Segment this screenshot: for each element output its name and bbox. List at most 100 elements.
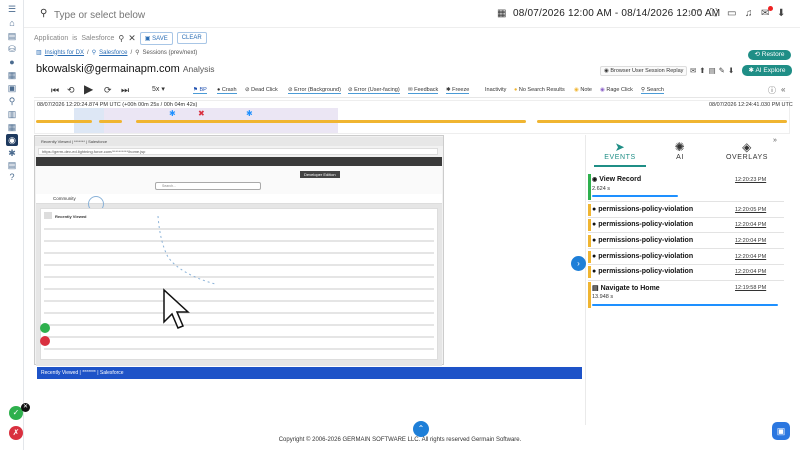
search-nav-icon[interactable]: ⚲	[6, 96, 18, 106]
timeline-start: 08/07/2026 12:20:24.874 PM UTC (+00h 00m…	[37, 102, 198, 108]
table-icon[interactable]: ▥	[6, 109, 18, 119]
event-title-text: permissions-policy-violation	[598, 206, 694, 213]
filter-op[interactable]: is	[72, 35, 77, 42]
timeline-marker-error[interactable]: ✖	[198, 109, 205, 118]
collapse-panel-icon[interactable]: »	[773, 137, 777, 144]
pin-icon[interactable]: ⚲	[118, 34, 124, 43]
crumb-insights[interactable]: Insights for DX	[45, 50, 84, 56]
save-label: SAVE	[152, 35, 168, 42]
save-button[interactable]: ▣ SAVE	[139, 31, 173, 45]
menu-icon[interactable]: ☰	[6, 4, 18, 14]
ai-explore-button[interactable]: ✱ AI Explore	[742, 65, 792, 76]
divider	[588, 232, 784, 233]
event-time[interactable]: 12:20:04 PM	[735, 269, 766, 275]
replay-icon[interactable]: ⟲	[67, 85, 75, 96]
event-title: ● permissions-policy-violation	[592, 206, 693, 213]
replay-dev-banner	[36, 157, 442, 166]
event-time[interactable]: 12:20:04 PM	[735, 222, 766, 228]
event-title-text: View Record	[599, 176, 642, 183]
event-time[interactable]: 12:20:04 PM	[735, 254, 766, 260]
filter-note-label: Note	[580, 87, 592, 93]
filter-no-search[interactable]: ● No Search Results	[514, 87, 565, 93]
download-icon[interactable]: ⬇	[777, 8, 785, 19]
filter-rage-click[interactable]: ◉ Rage Click	[600, 87, 633, 93]
close-feedback-icon[interactable]: ✕	[21, 403, 30, 412]
play-icon[interactable]: ▶	[84, 82, 93, 96]
event-duration: 2.624 s	[592, 186, 611, 192]
replay-table	[44, 228, 434, 356]
thumbs-down-icon[interactable]: ✗	[9, 426, 23, 440]
timeline-end: 08/07/2026 12:24:41.030 PM UTC	[709, 102, 793, 108]
chat-button[interactable]: ▣	[772, 422, 790, 440]
grid-icon[interactable]: ▦	[6, 122, 18, 132]
breadcrumb: ▥ Insights for DX / ⚲ Salesforce / ⚲ Sessio…	[36, 49, 198, 57]
event-time[interactable]: 12:20:04 PM	[735, 238, 766, 244]
notification-dot	[768, 6, 773, 11]
help-icon[interactable]: ?	[6, 172, 18, 182]
chat-icon[interactable]: ●	[6, 57, 18, 67]
event-title: ● permissions-policy-violation	[592, 237, 693, 244]
divider	[588, 280, 784, 281]
calendar-icon[interactable]: ▦	[497, 8, 506, 19]
event-duration: 13.948 s	[592, 294, 614, 300]
alert-icon: ●	[592, 237, 597, 244]
event-time[interactable]: 12:20:05 PM	[735, 207, 766, 213]
event-title: ◉ View Record	[592, 176, 641, 183]
info-icon[interactable]: ⓘ	[768, 85, 776, 96]
replay-thumbs-down-icon	[40, 336, 50, 346]
filter-error-background[interactable]: ⊘ Error (Background)	[288, 87, 341, 94]
eye-icon: ◉	[592, 177, 598, 183]
close-icon[interactable]: ✕	[128, 33, 136, 44]
crumb-salesforce[interactable]: Salesforce	[99, 50, 127, 56]
skip-back-icon[interactable]: ⏮	[51, 85, 59, 96]
speed-value: 5x	[152, 86, 160, 93]
tab-ai[interactable]: ✺ AI	[665, 140, 695, 161]
filter-search[interactable]: ⚲ Search	[641, 87, 664, 94]
report-icon[interactable]: ▤	[6, 160, 18, 170]
filter-field[interactable]: Application	[34, 35, 68, 42]
doc-icon[interactable]: ▣	[6, 83, 18, 93]
filter-error-user[interactable]: ⊘ Error (User-facing)	[348, 87, 400, 94]
fullscreen-icon[interactable]: ⛶	[710, 8, 717, 19]
session-icon[interactable]: ◉	[6, 134, 18, 146]
user-email: bkowalski@germainapm.com	[36, 63, 180, 75]
action-icons[interactable]: ✉⬆▤✎⬇	[690, 66, 737, 75]
filter-bp[interactable]: ⚑ BP	[193, 87, 207, 94]
filter-inactivity[interactable]: Inactivity	[485, 87, 506, 93]
restore-button[interactable]: ⟲ Restore	[748, 50, 791, 60]
docs-icon[interactable]: ▦	[6, 70, 18, 80]
timeline-marker-search[interactable]: ✱	[246, 109, 253, 118]
rewind-icon[interactable]: ⟳	[104, 85, 112, 96]
event-time[interactable]: 12:20:23 PM	[735, 177, 766, 183]
scroll-up-button[interactable]: ⌃	[413, 421, 429, 437]
tab-overlays[interactable]: ◈ OVERLAYS	[722, 140, 772, 161]
filter-note[interactable]: ◉ Note	[574, 87, 592, 93]
chart-icon[interactable]: ▤	[6, 31, 18, 41]
home-icon[interactable]: ⌂	[6, 18, 18, 28]
replay-cursor-trail	[157, 215, 216, 285]
divider	[588, 201, 784, 202]
database-icon[interactable]: ⛁	[6, 44, 18, 54]
search-input[interactable]	[54, 7, 254, 23]
event-time[interactable]: 12:19:58 PM	[735, 285, 766, 291]
tab-events[interactable]: ➤ EVENTS	[596, 140, 644, 161]
divider	[588, 217, 784, 218]
timeline-marker-search[interactable]: ✱	[169, 109, 176, 118]
filter-value[interactable]: Salesforce	[81, 35, 114, 42]
filter-feedback[interactable]: ✉ Feedback	[408, 87, 439, 94]
bell-icon[interactable]: ♫	[745, 8, 753, 19]
collapse-icon[interactable]: «	[781, 85, 785, 94]
clear-button[interactable]: CLEAR	[176, 32, 207, 44]
filter-dead-click[interactable]: ⊘ Dead Click	[245, 87, 278, 93]
filter-crash[interactable]: ● Crash	[217, 87, 237, 94]
monitor-icon[interactable]: ▭	[727, 8, 736, 19]
replay-sf-header	[36, 166, 442, 196]
skip-forward-icon[interactable]: ⏭	[121, 85, 129, 96]
speed-select[interactable]: 5x ▾	[152, 85, 165, 93]
filter-no-search-label: No Search Results	[518, 87, 565, 93]
filter-freeze[interactable]: ✱ Freeze	[446, 87, 470, 94]
crumb-sessions[interactable]: Sessions (prev/next)	[143, 50, 198, 56]
next-arrow-button[interactable]: ›	[571, 256, 586, 271]
gear-icon[interactable]: ✱	[6, 148, 18, 158]
ai-explore-label: AI Explore	[755, 67, 786, 74]
